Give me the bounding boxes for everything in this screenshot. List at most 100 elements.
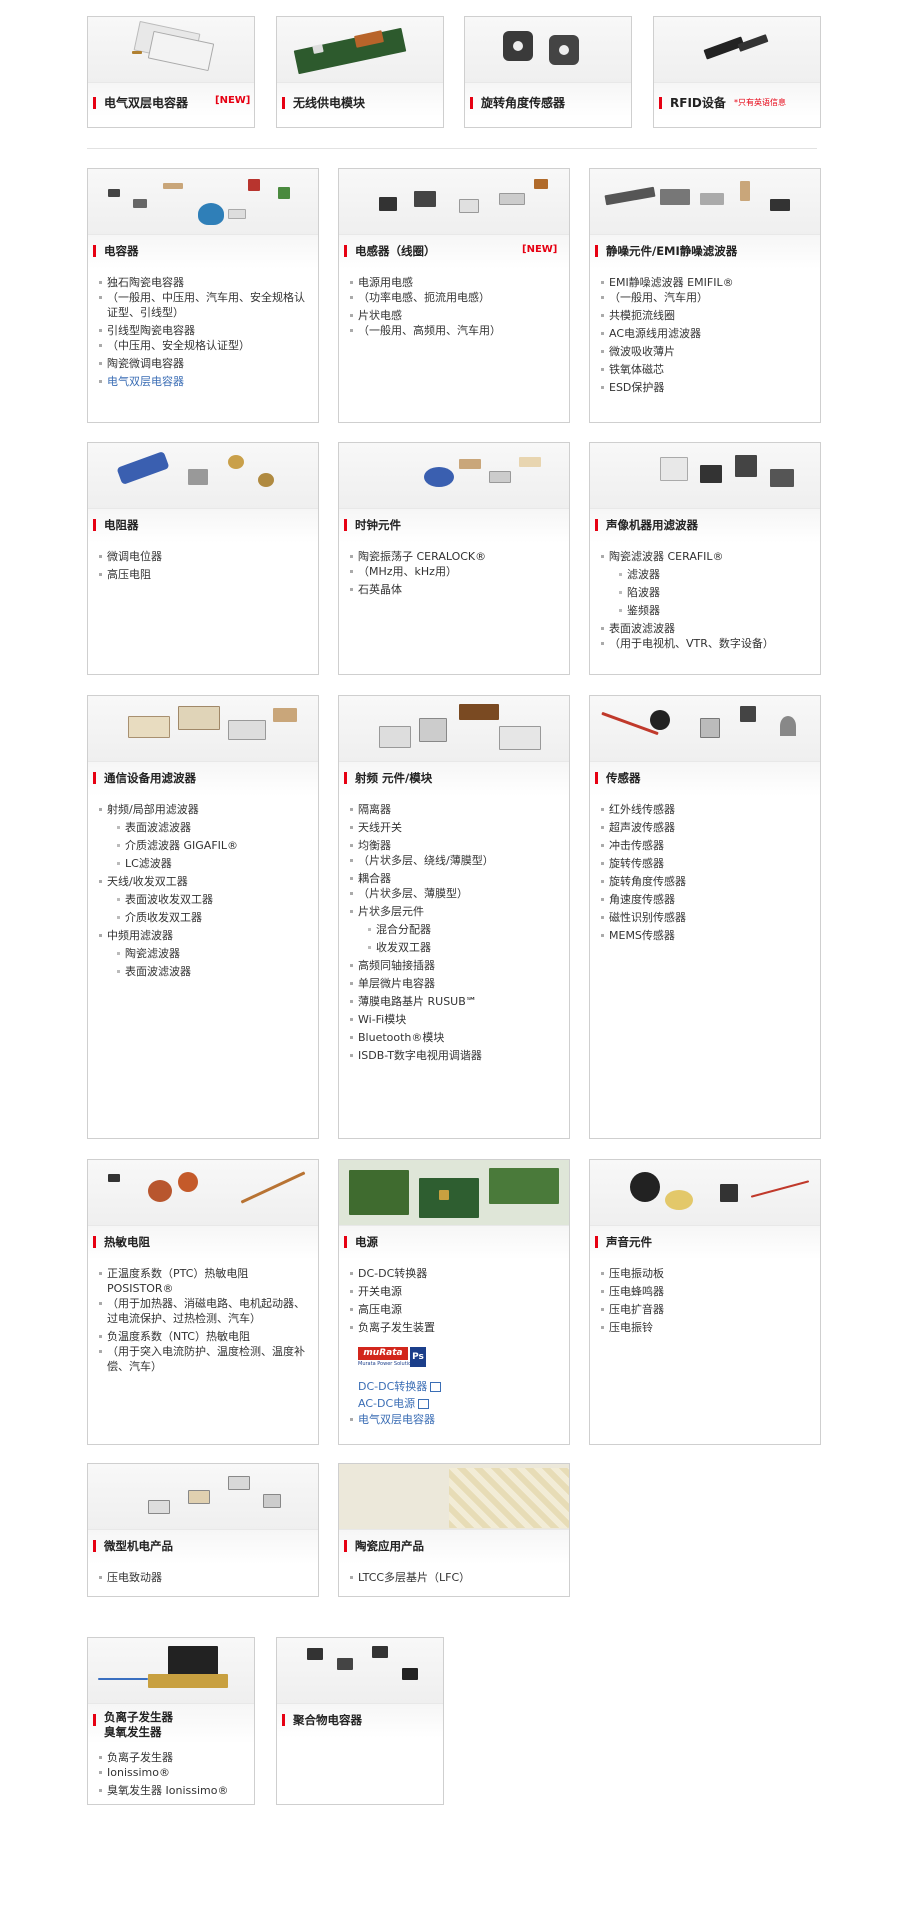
list-item[interactable]: 陶瓷滤波器 CERAFIL®	[600, 549, 812, 564]
list-item[interactable]: EMI静噪滤波器 EMIFIL®	[600, 275, 812, 290]
list-item[interactable]: 高压电阻	[98, 567, 310, 582]
rfid-label[interactable]: RFID设备	[670, 94, 726, 111]
list-item[interactable]: 铁氧体磁芯	[600, 362, 812, 377]
thermistor-label[interactable]: 热敏电阻	[104, 1234, 150, 1250]
list-subitem[interactable]: 介质滤波器 GIGAFIL®	[116, 838, 310, 853]
list-item[interactable]: DC-DC转换器	[349, 1266, 561, 1281]
list-item[interactable]: 负离子发生器	[98, 1750, 246, 1765]
list-item[interactable]: 高压电源	[349, 1302, 561, 1317]
list-item[interactable]: 压电致动器	[98, 1570, 310, 1585]
emi-label[interactable]: 静噪元件/EMI静噪滤波器	[606, 243, 737, 259]
dcdc-link[interactable]: DC-DC转换器	[358, 1378, 442, 1394]
list-subitem[interactable]: LC滤波器	[116, 856, 310, 871]
list-item[interactable]: 均衡器	[349, 838, 561, 853]
resistor-label[interactable]: 电阻器	[104, 517, 139, 533]
card-rotary-sensor[interactable]: 旋转角度传感器	[464, 16, 632, 128]
list-item[interactable]: 旋转角度传感器	[600, 874, 812, 889]
card-wireless-power[interactable]: 无线供电模块	[276, 16, 444, 128]
ceramic-label[interactable]: 陶瓷应用产品	[355, 1538, 424, 1554]
sound-label[interactable]: 声音元件	[606, 1234, 652, 1250]
list-item[interactable]: 臭氧发生器 Ionissimo®	[98, 1783, 246, 1798]
list-item[interactable]: 单层微片电容器	[349, 976, 561, 991]
acdc-link[interactable]: AC-DC电源	[358, 1395, 430, 1411]
red-bar	[595, 772, 598, 784]
list-item[interactable]: 射频/局部用滤波器	[98, 802, 310, 817]
comm-label[interactable]: 通信设备用滤波器	[104, 770, 196, 786]
rotary-label[interactable]: 旋转角度传感器	[481, 94, 565, 111]
list-item[interactable]: 角速度传感器	[600, 892, 812, 907]
list-item[interactable]: MEMS传感器	[600, 928, 812, 943]
list-item[interactable]: 压电振铃	[600, 1320, 812, 1335]
clock-label[interactable]: 时钟元件	[355, 517, 401, 533]
list-item[interactable]: 开关电源	[349, 1284, 561, 1299]
sensor-label[interactable]: 传感器	[606, 770, 641, 786]
card-rfid[interactable]: RFID设备 *只有英语信息	[653, 16, 821, 128]
list-subitem[interactable]: 滤波器	[618, 567, 812, 582]
rf-label[interactable]: 射频 元件/模块	[355, 770, 432, 786]
capacitor-label[interactable]: 电容器	[104, 243, 139, 259]
list-subitem[interactable]: 陶瓷滤波器	[116, 946, 310, 961]
card-edlc[interactable]: 电气双层电容器 [NEW]	[87, 16, 255, 128]
note-text: （片状多层、薄膜型）	[358, 887, 468, 900]
list-item[interactable]: LTCC多层基片（LFC）	[349, 1570, 561, 1585]
edlc-link[interactable]: 电气双层电容器	[98, 374, 310, 389]
list-item[interactable]: 耦合器	[349, 871, 561, 886]
list-item[interactable]: 表面波滤波器	[600, 621, 812, 636]
list-subitem[interactable]: 表面波滤波器	[116, 820, 310, 835]
list-subitem[interactable]: 介质收发双工器	[116, 910, 310, 925]
sensor-title-bar: 传感器	[590, 761, 820, 796]
list-item[interactable]: 独石陶瓷电容器	[98, 275, 310, 290]
micro-label[interactable]: 微型机电产品	[104, 1538, 173, 1554]
wireless-label[interactable]: 无线供电模块	[293, 94, 365, 111]
list-item[interactable]: 压电扩音器	[600, 1302, 812, 1317]
list-item[interactable]: 压电振动板	[600, 1266, 812, 1281]
list-item[interactable]: AC电源线用滤波器	[600, 326, 812, 341]
list-item[interactable]: 陶瓷微调电容器	[98, 356, 310, 371]
list-item[interactable]: 压电蜂鸣器	[600, 1284, 812, 1299]
list-subitem[interactable]: 表面波收发双工器	[116, 892, 310, 907]
edlc-title-bar: 电气双层电容器 [NEW]	[88, 82, 254, 117]
list-item[interactable]: 负温度系数（NTC）热敏电阻	[98, 1329, 310, 1344]
list-item[interactable]: 磁性识别传感器	[600, 910, 812, 925]
list-item[interactable]: 薄膜电路基片 RUSUB℠	[349, 994, 561, 1009]
list-subitem[interactable]: 收发双工器	[367, 940, 561, 955]
list-item[interactable]: 超声波传感器	[600, 820, 812, 835]
list-item[interactable]: Bluetooth®模块	[349, 1030, 561, 1045]
list-item[interactable]: ISDB-T数字电视用调谐器	[349, 1048, 561, 1063]
list-item[interactable]: 片状电感	[349, 308, 561, 323]
list-item[interactable]: 陶瓷振荡子 CERALOCK®	[349, 549, 561, 564]
list-item[interactable]: 电源用电感	[349, 275, 561, 290]
list-item[interactable]: 冲击传感器	[600, 838, 812, 853]
list-item[interactable]: 共模扼流线圈	[600, 308, 812, 323]
polymer-label[interactable]: 聚合物电容器	[293, 1712, 362, 1728]
list-item[interactable]: 红外线传感器	[600, 802, 812, 817]
list-item[interactable]: 中频用滤波器	[98, 928, 310, 943]
power-title-bar: 电源	[339, 1225, 569, 1260]
list-item[interactable]: 微调电位器	[98, 549, 310, 564]
list-item[interactable]: ESD保护器	[600, 380, 812, 395]
list-item[interactable]: 天线/收发双工器	[98, 874, 310, 889]
edlc-label[interactable]: 电气双层电容器	[104, 94, 188, 111]
list-item[interactable]: 天线开关	[349, 820, 561, 835]
inductor-label[interactable]: 电感器（线圈）	[355, 243, 436, 259]
ion-label[interactable]: 负离子发生器	[104, 1709, 173, 1725]
list-subitem[interactable]: 陷波器	[618, 585, 812, 600]
list-item[interactable]: 正温度系数（PTC）热敏电阻 POSISTOR®	[98, 1266, 310, 1296]
power-label[interactable]: 电源	[355, 1234, 378, 1250]
list-item[interactable]: 旋转传感器	[600, 856, 812, 871]
edlc-link[interactable]: 电气双层电容器	[349, 1412, 561, 1427]
list-item[interactable]: 片状多层元件	[349, 904, 561, 919]
list-item[interactable]: 负离子发生装置	[349, 1320, 561, 1335]
murata-power-logo[interactable]: muRata Ps Murata Power Solutions	[358, 1347, 438, 1371]
list-subitem[interactable]: 混合分配器	[367, 922, 561, 937]
list-item[interactable]: 高频同轴接插器	[349, 958, 561, 973]
av-label[interactable]: 声像机器用滤波器	[606, 517, 698, 533]
list-item[interactable]: 引线型陶瓷电容器	[98, 323, 310, 338]
list-subitem[interactable]: 表面波滤波器	[116, 964, 310, 979]
list-item[interactable]: Wi-Fi模块	[349, 1012, 561, 1027]
ozone-label[interactable]: 臭氧发生器	[104, 1724, 162, 1740]
list-item[interactable]: 微波吸收薄片	[600, 344, 812, 359]
list-item[interactable]: 石英晶体	[349, 582, 561, 597]
list-subitem[interactable]: 鉴频器	[618, 603, 812, 618]
list-item[interactable]: 隔离器	[349, 802, 561, 817]
